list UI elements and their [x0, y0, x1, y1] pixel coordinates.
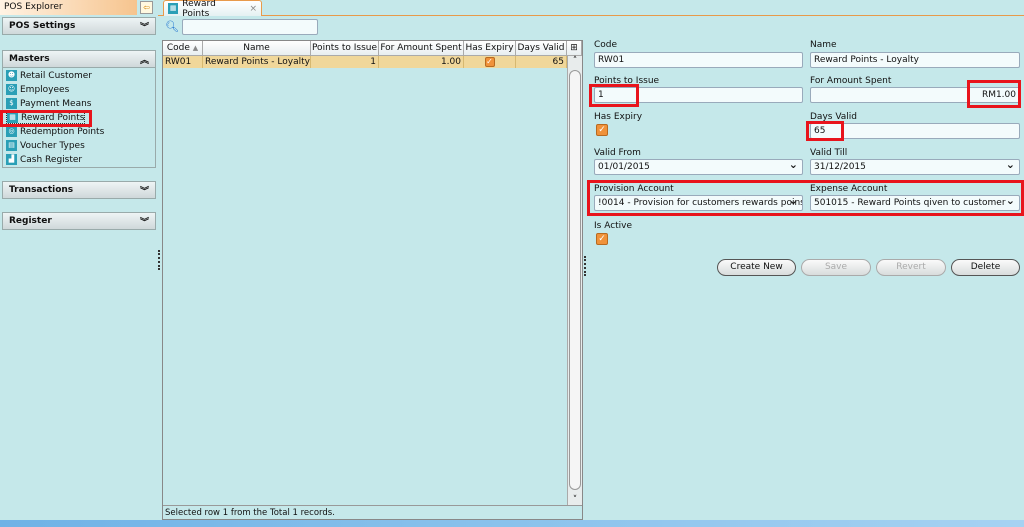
- section-label: Masters: [9, 54, 50, 64]
- item-label: Voucher Types: [20, 140, 85, 151]
- name-field[interactable]: Reward Points - Loyalty: [810, 52, 1020, 68]
- splitter-handle[interactable]: [158, 250, 160, 270]
- sidebar-item-retail-customer[interactable]: ☻ Retail Customer: [6, 69, 92, 82]
- voucher-icon: ▤: [6, 140, 17, 151]
- sidebar-item-voucher-types[interactable]: ▤ Voucher Types: [6, 139, 85, 152]
- valid-till-picker[interactable]: 31/12/2015: [810, 159, 1020, 175]
- cell-points: 1: [311, 56, 379, 68]
- checkbox-checked: ✓: [484, 57, 495, 67]
- highlight-box: [967, 80, 1021, 108]
- dollar-icon: $: [6, 98, 17, 109]
- header-label: Code: [166, 43, 190, 53]
- explorer-title: POS Explorer: [0, 0, 137, 15]
- sidebar-item-employees[interactable]: ☺ Employees: [6, 83, 69, 96]
- chevron-down-icon: ︾: [139, 218, 149, 228]
- name-label: Name: [810, 40, 837, 50]
- code-field[interactable]: RW01: [594, 52, 803, 68]
- sidebar-item-payment-means[interactable]: $ Payment Means: [6, 97, 91, 110]
- cell-has-expiry: ✓: [464, 56, 516, 68]
- tab-label: Reward Points: [182, 0, 216, 19]
- splitter-handle[interactable]: [584, 256, 586, 276]
- section-pos-settings[interactable]: POS Settings ︾: [2, 17, 156, 35]
- status-bar: Selected row 1 from the Total 1 records.: [163, 505, 582, 520]
- active-label: Is Active: [594, 221, 633, 231]
- target-icon: ◎: [6, 126, 17, 137]
- section-label: Register: [9, 216, 52, 226]
- chevron-up-icon: ︽: [139, 56, 149, 66]
- chevron-down-icon: ︾: [139, 187, 149, 197]
- expiry-label: Has Expiry: [594, 112, 643, 122]
- taskbar-strip: [0, 520, 1024, 527]
- cell-code: RW01: [163, 56, 203, 68]
- vertical-scrollbar[interactable]: ˄ ˅: [567, 56, 582, 505]
- column-header-amount[interactable]: For Amount Spent: [379, 41, 464, 56]
- register-icon: ▟: [6, 154, 17, 165]
- employee-icon: ☺: [6, 84, 17, 95]
- pin-icon[interactable]: ⇦: [140, 1, 153, 14]
- item-label: Redemption Points: [20, 126, 105, 137]
- customers-icon: ☻: [6, 70, 17, 81]
- code-label: Code: [594, 40, 618, 50]
- sidebar-item-cash-register[interactable]: ▟ Cash Register: [6, 153, 82, 166]
- tab-reward-points[interactable]: ▦ Reward Points ×: [163, 0, 262, 19]
- scroll-down-icon[interactable]: ˅: [568, 495, 582, 505]
- grid-icon: ▦: [168, 3, 179, 14]
- section-label: POS Settings: [9, 21, 76, 31]
- section-masters[interactable]: Masters ︽: [2, 50, 156, 68]
- sort-asc-icon: ▲: [192, 44, 199, 52]
- scroll-thumb[interactable]: [569, 70, 581, 490]
- highlight-box: [587, 180, 1024, 216]
- section-register[interactable]: Register ︾: [2, 212, 156, 230]
- is-active-checkbox[interactable]: ✓: [596, 233, 608, 245]
- revert-button[interactable]: Revert: [876, 259, 946, 276]
- tab-strip-line: [158, 15, 1024, 16]
- has-expiry-checkbox[interactable]: ✓: [596, 124, 608, 136]
- item-label: Retail Customer: [20, 70, 93, 81]
- cell-days: 65: [516, 56, 567, 68]
- valid-from-label: Valid From: [594, 148, 641, 158]
- search-icon[interactable]: 🔍︎: [165, 20, 179, 33]
- valid-till-label: Valid Till: [810, 148, 848, 158]
- search-input[interactable]: [182, 19, 318, 35]
- column-chooser-icon[interactable]: ⊞: [567, 41, 582, 56]
- scroll-up-icon[interactable]: ˄: [568, 56, 582, 66]
- item-label: Cash Register: [20, 154, 83, 165]
- column-header-expiry[interactable]: Has Expiry: [464, 41, 516, 56]
- valid-from-picker[interactable]: 01/01/2015: [594, 159, 803, 175]
- chevron-down-icon: ︾: [139, 23, 149, 33]
- item-label: Employees: [20, 84, 70, 95]
- create-new-button[interactable]: Create New: [717, 259, 796, 276]
- item-label: Payment Means: [20, 98, 92, 109]
- records-grid: Code ▲ Name Points to Issue For Amount S…: [162, 40, 583, 520]
- cell-name: Reward Points - Loyalty: [203, 56, 311, 68]
- column-header-code[interactable]: Code ▲: [163, 41, 203, 56]
- amount-label: For Amount Spent: [810, 76, 892, 86]
- column-header-name[interactable]: Name: [203, 41, 311, 56]
- highlight-box: [0, 110, 92, 127]
- column-header-days[interactable]: Days Valid: [516, 41, 567, 56]
- close-icon[interactable]: ×: [249, 4, 257, 14]
- save-button[interactable]: Save: [801, 259, 871, 276]
- cell-amount: 1.00: [379, 56, 464, 68]
- section-transactions[interactable]: Transactions ︾: [2, 181, 156, 199]
- column-header-points[interactable]: Points to Issue: [311, 41, 379, 56]
- highlight-box: [806, 121, 844, 141]
- highlight-box: [589, 84, 639, 107]
- section-label: Transactions: [9, 185, 74, 195]
- delete-button[interactable]: Delete: [951, 259, 1020, 276]
